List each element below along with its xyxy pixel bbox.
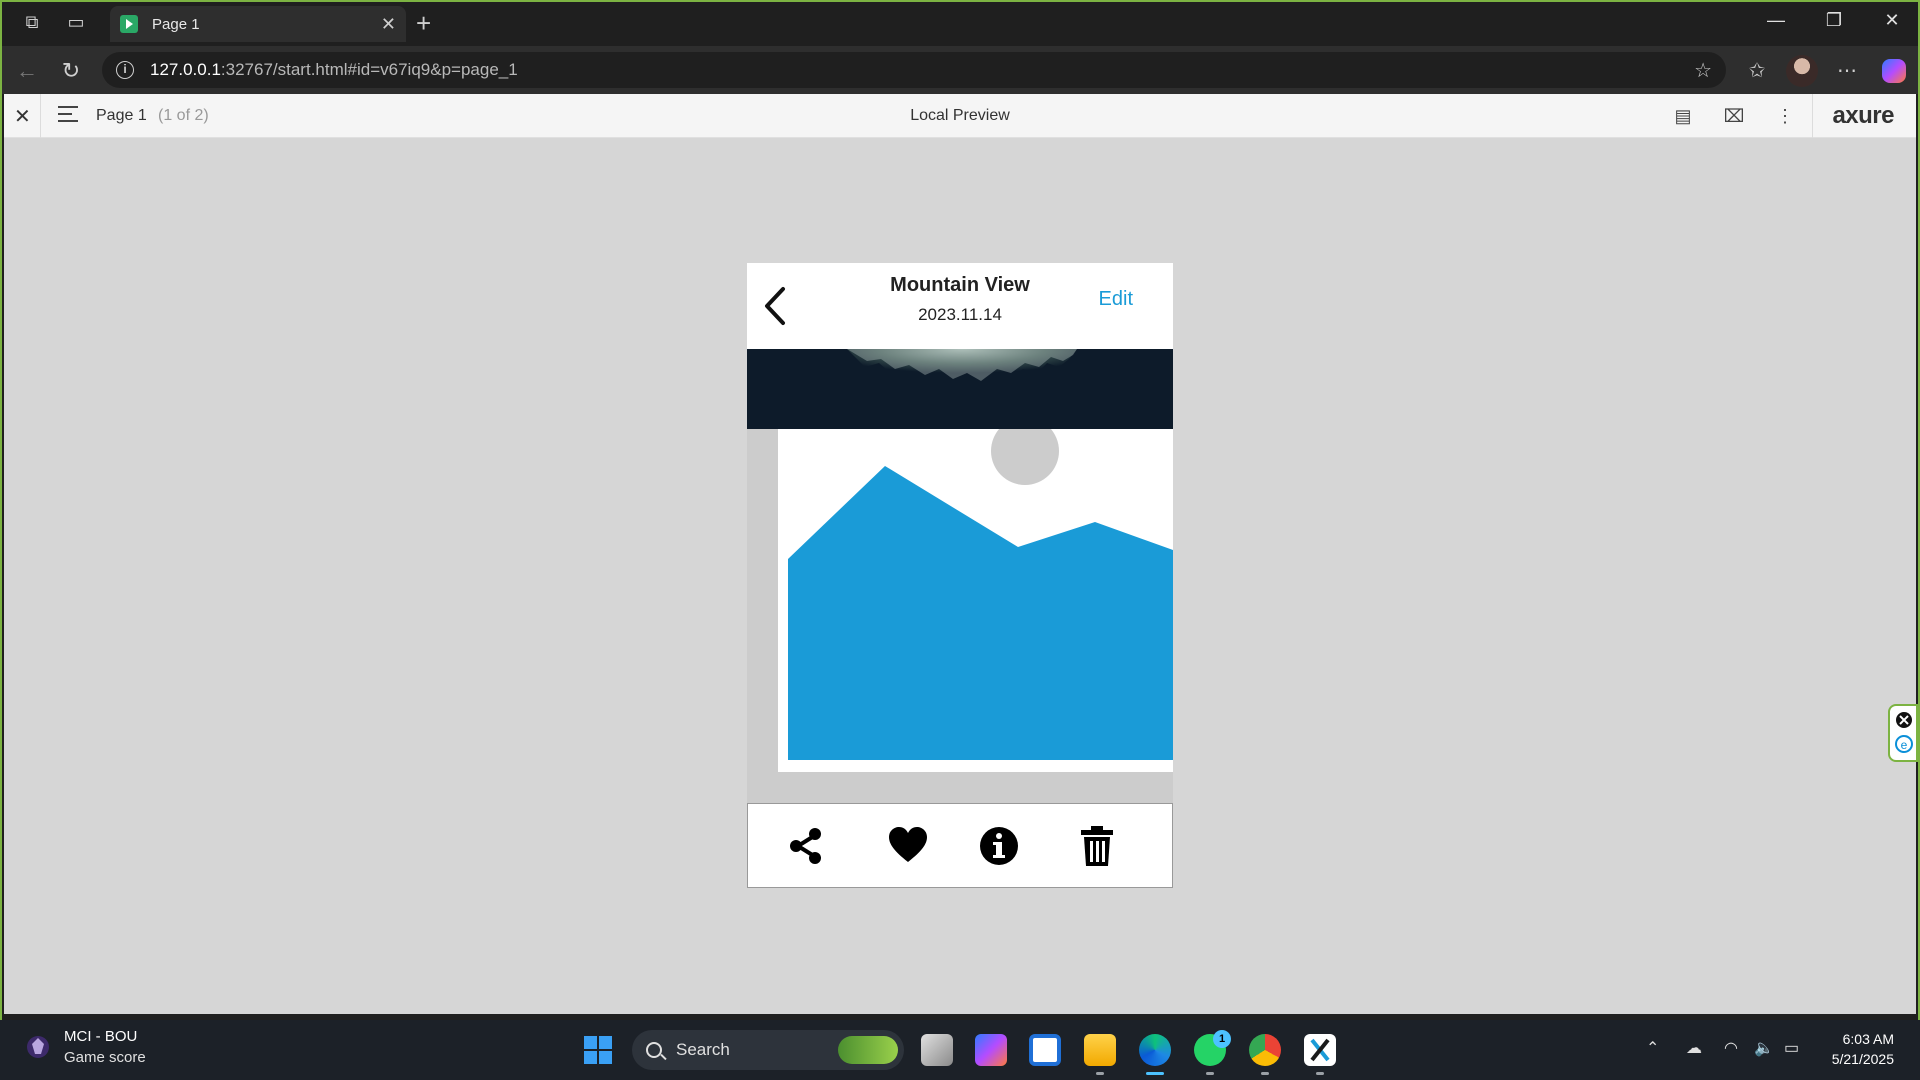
workspaces-icon[interactable]: ⧉: [20, 10, 44, 34]
cloud-sync-icon[interactable]: ☁: [1686, 1038, 1702, 1058]
heart-icon[interactable]: [886, 824, 930, 868]
svg-text:e: e: [1901, 738, 1908, 752]
weather-title: MCI - BOU: [64, 1028, 138, 1045]
running-indicator: [1096, 1072, 1104, 1075]
back-button[interactable]: ←: [12, 56, 42, 86]
chrome-icon[interactable]: [1249, 1034, 1281, 1066]
more-menu-icon[interactable]: ⋯: [1832, 56, 1862, 86]
edge-browser-icon[interactable]: [1139, 1034, 1171, 1066]
image-container: [747, 429, 1173, 804]
axure-favicon-icon: [120, 15, 138, 33]
sitemap-menu-icon[interactable]: [58, 106, 78, 122]
notes-icon[interactable]: ▤: [1672, 105, 1694, 127]
trash-icon[interactable]: [1075, 824, 1119, 868]
photo-header: Mountain View 2023.11.14 Edit: [747, 263, 1173, 349]
start-button[interactable]: [584, 1036, 612, 1064]
task-view-icon[interactable]: [921, 1034, 953, 1066]
mountain-placeholder-icon: [788, 429, 1173, 760]
weather-subtitle: Game score: [64, 1049, 146, 1066]
close-preview-icon[interactable]: ✕: [14, 104, 31, 129]
photo-banner-image: [747, 349, 1173, 429]
search-icon: [646, 1042, 662, 1058]
close-window-button[interactable]: ✕: [1872, 10, 1912, 31]
phone-prototype: Mountain View 2023.11.14 Edit: [747, 263, 1173, 888]
current-page-name[interactable]: Page 1: [96, 107, 147, 125]
divider: [1812, 94, 1813, 138]
game-score-icon: [27, 1036, 49, 1058]
action-bar: [747, 803, 1173, 888]
info-icon[interactable]: [977, 824, 1021, 868]
windows-taskbar: MCI - BOU Game score Search 1 ⌃ ☁ ◠ 🔈 ▭ …: [0, 1020, 1920, 1080]
inspect-icon[interactable]: ⌧: [1723, 105, 1745, 127]
whatsapp-badge: 1: [1213, 1030, 1231, 1048]
restore-button[interactable]: ❐: [1814, 10, 1854, 31]
side-widget: e: [1888, 704, 1918, 762]
search-highlight-image: [838, 1036, 898, 1064]
address-row: ← ↻ i 127.0.0.1 :32767/start.html#id=v67…: [2, 46, 1918, 94]
axure-toolbar: ✕ Page 1 (1 of 2) Local Preview ▤ ⌧ ⋮ ax…: [4, 94, 1916, 138]
minimize-button[interactable]: —: [1756, 10, 1796, 31]
copilot-icon[interactable]: [1882, 59, 1906, 83]
favorite-star-icon[interactable]: ☆: [1694, 58, 1712, 83]
reload-button[interactable]: ↻: [56, 56, 86, 86]
edit-button[interactable]: Edit: [1099, 288, 1133, 311]
image-placeholder[interactable]: [778, 429, 1173, 772]
file-explorer-icon[interactable]: [1084, 1034, 1116, 1066]
axure-logo: axure: [1832, 102, 1894, 129]
taskbar-search[interactable]: Search: [632, 1030, 904, 1070]
widget-close-icon[interactable]: e: [1890, 706, 1916, 760]
tab-close-icon[interactable]: ✕: [381, 14, 396, 35]
site-info-icon[interactable]: i: [116, 61, 134, 79]
share-icon[interactable]: [784, 824, 828, 868]
active-indicator: [1146, 1072, 1164, 1075]
tab-bar: ⧉ ▭ Page 1 ✕ + — ❐ ✕: [2, 2, 1918, 42]
volume-muted-icon[interactable]: 🔈: [1754, 1038, 1774, 1058]
url-path: :32767/start.html#id=v67iq9&p=page_1: [220, 60, 518, 79]
preview-title: Local Preview: [910, 107, 1010, 124]
tab-actions-icon[interactable]: ▭: [64, 10, 88, 34]
page-count: (1 of 2): [158, 107, 209, 124]
search-label: Search: [676, 1040, 730, 1059]
running-indicator: [1206, 1072, 1214, 1075]
profile-avatar[interactable]: [1786, 55, 1818, 87]
battery-icon[interactable]: ▭: [1784, 1038, 1799, 1058]
tab-page-1[interactable]: Page 1 ✕: [110, 6, 406, 42]
running-indicator: [1316, 1072, 1324, 1075]
show-hidden-icons[interactable]: ⌃: [1646, 1038, 1659, 1058]
microsoft-store-icon[interactable]: [1029, 1034, 1061, 1066]
favorites-icon[interactable]: ✩: [1742, 56, 1772, 86]
new-tab-button[interactable]: +: [416, 8, 431, 39]
system-clock[interactable]: 6:03 AM 5/21/2025: [1832, 1029, 1894, 1069]
running-indicator: [1261, 1072, 1269, 1075]
axure-app-icon[interactable]: [1304, 1034, 1336, 1066]
clock-date: 5/21/2025: [1831, 1051, 1894, 1067]
wifi-icon[interactable]: ◠: [1724, 1038, 1738, 1058]
clock-time: 6:03 AM: [1842, 1031, 1894, 1047]
url-host: 127.0.0.1: [150, 60, 221, 79]
copilot-app-icon[interactable]: [975, 1034, 1007, 1066]
divider: [40, 94, 41, 138]
axure-x-icon: [1310, 1038, 1330, 1062]
forest-silhouette: [747, 349, 1173, 429]
prototype-canvas: Mountain View 2023.11.14 Edit: [4, 138, 1916, 1014]
address-bar[interactable]: i 127.0.0.1 :32767/start.html#id=v67iq9&…: [102, 52, 1726, 88]
more-options-icon[interactable]: ⋮: [1774, 105, 1796, 127]
tab-title: Page 1: [152, 15, 200, 33]
